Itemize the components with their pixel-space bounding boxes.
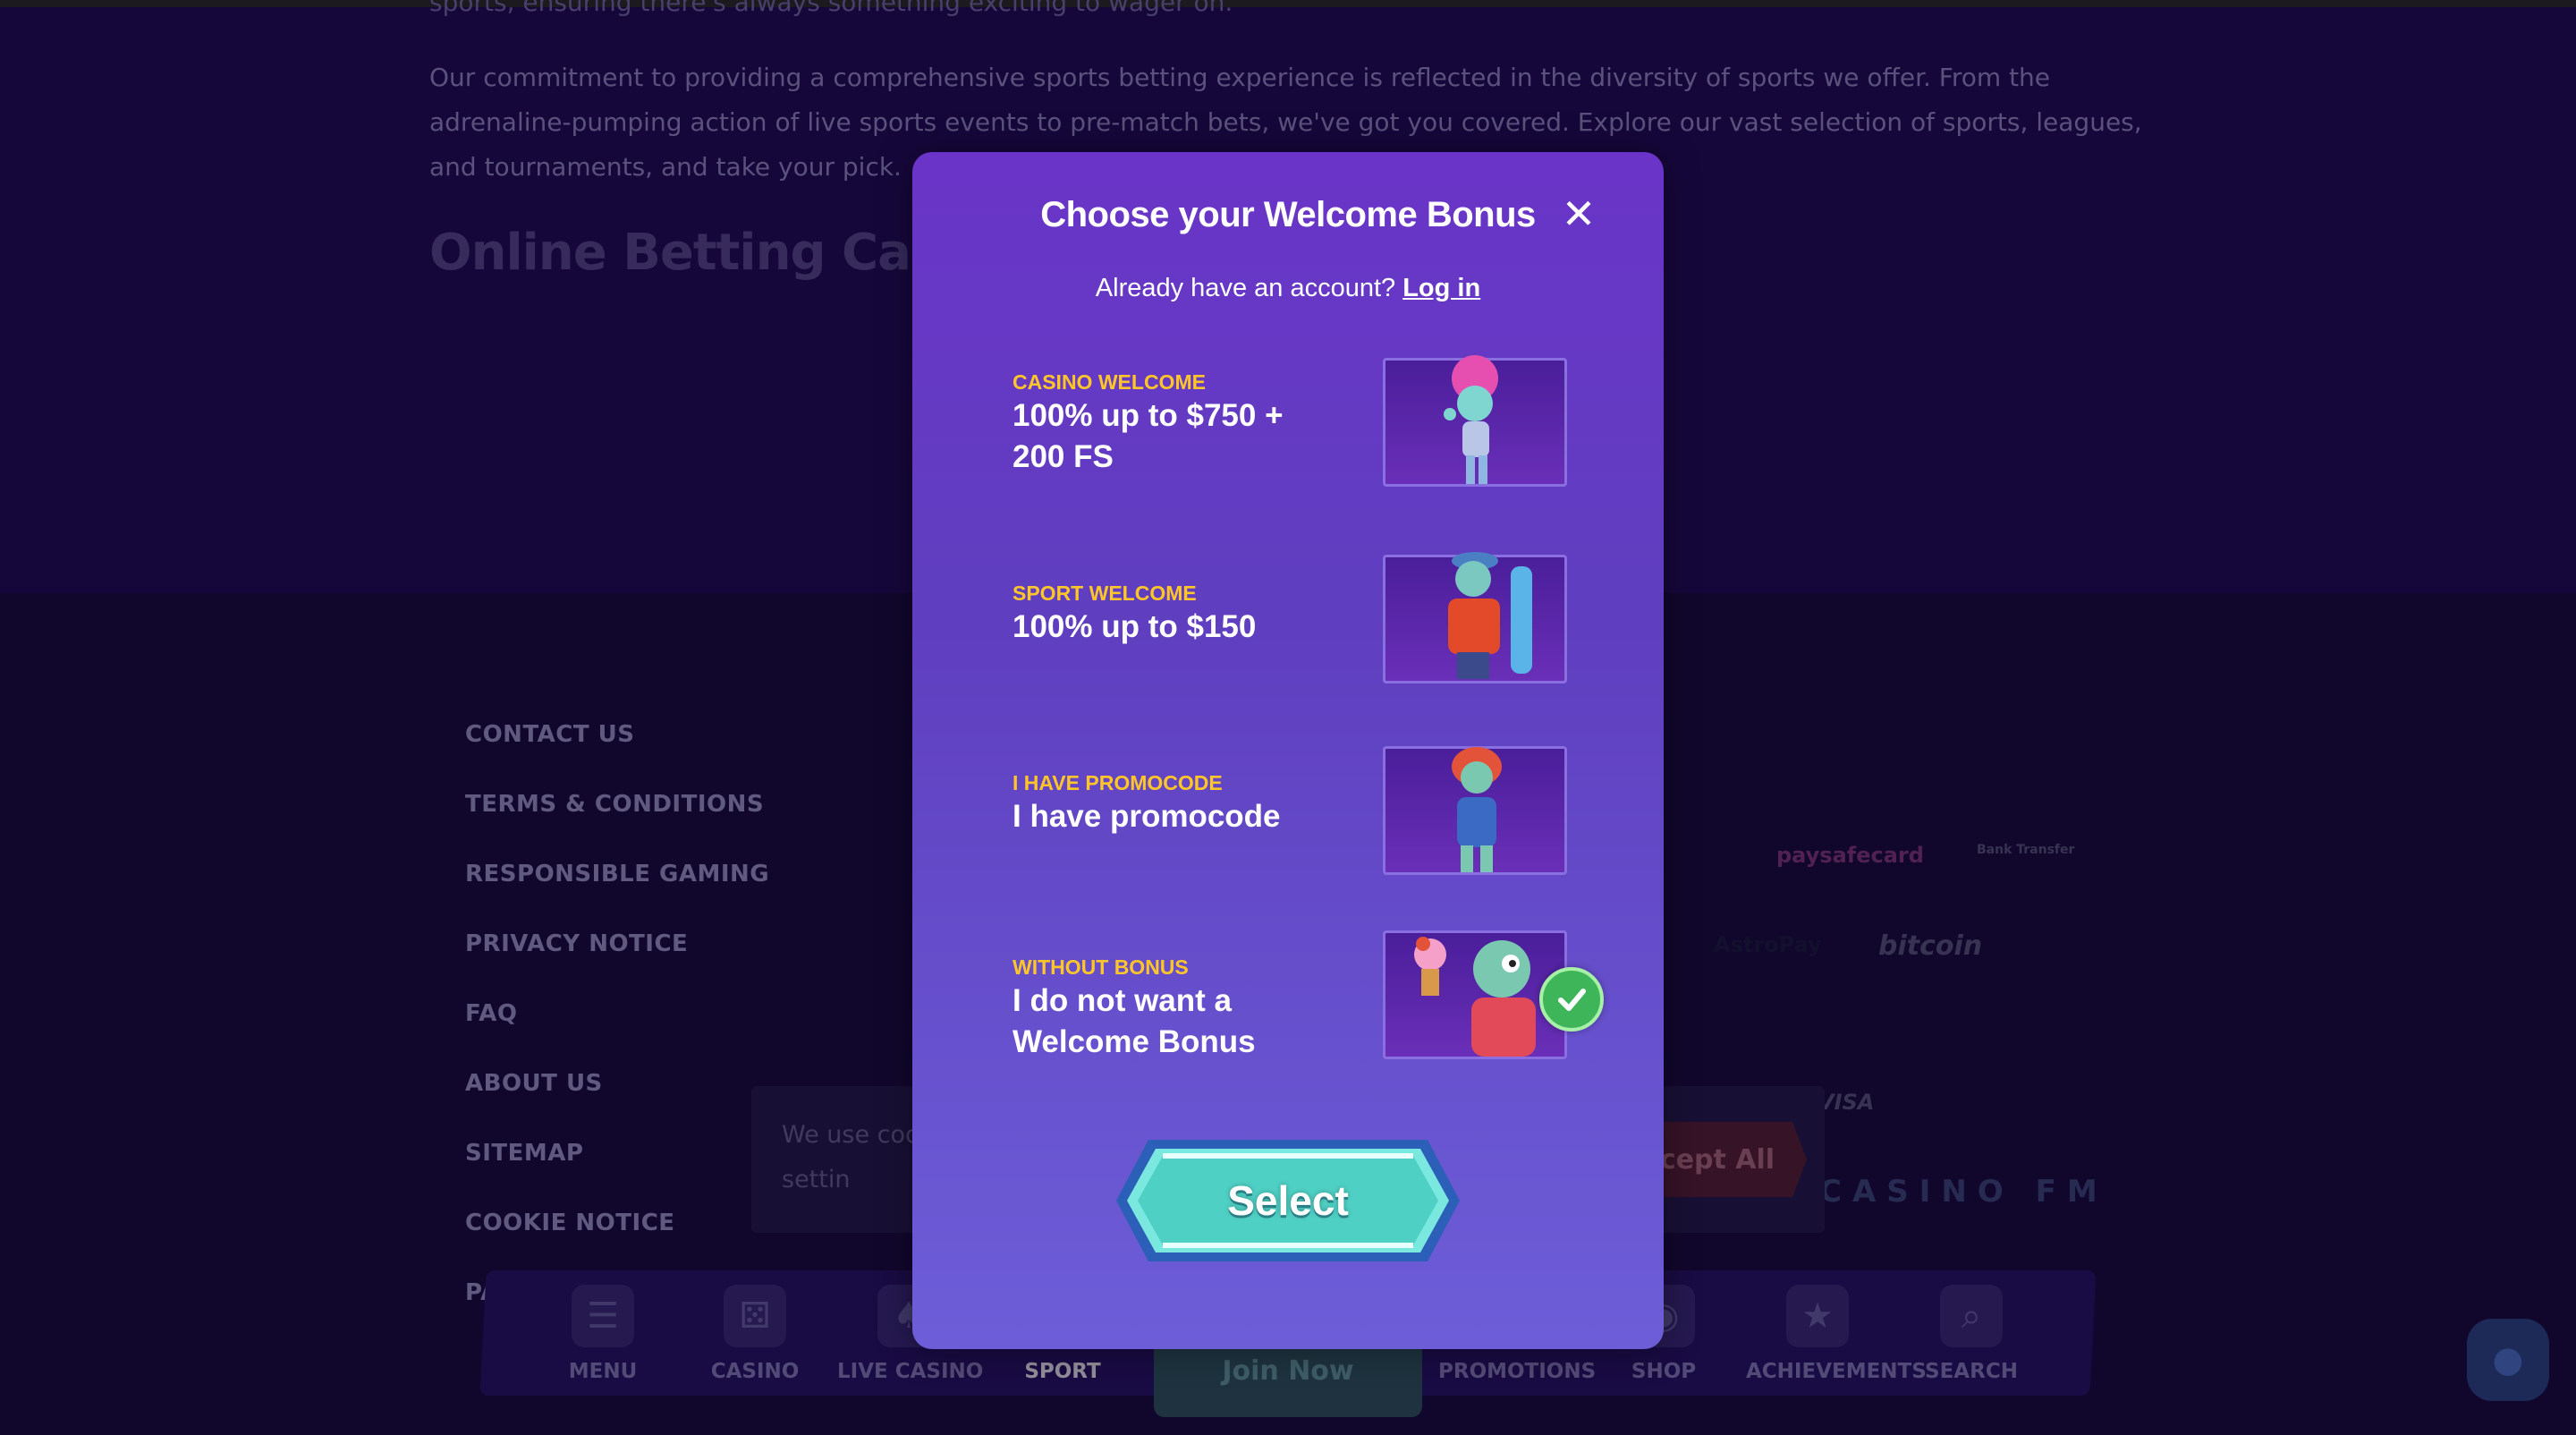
bonus-image-casino xyxy=(1383,355,1567,487)
bonus-option-sport[interactable]: SPORT WELCOME 100% up to $150 xyxy=(1013,552,1567,698)
modal-title: Choose your Welcome Bonus xyxy=(1040,195,1536,234)
selected-check-badge xyxy=(1539,967,1604,1032)
login-link[interactable]: Log in xyxy=(1402,274,1480,302)
select-button-label: Select xyxy=(1227,1177,1349,1224)
close-icon: ✕ xyxy=(1561,190,1597,238)
bonus-description: I do not want a Welcome Bonus xyxy=(1013,983,1256,1059)
close-button[interactable]: ✕ xyxy=(1556,190,1601,238)
select-button[interactable]: Select xyxy=(1113,1136,1463,1265)
bonus-description: 100% up to $150 xyxy=(1013,609,1257,644)
bonus-image-sport xyxy=(1383,552,1567,684)
bonus-description: I have promocode xyxy=(1013,799,1281,834)
zombie-girl-icon xyxy=(1444,355,1498,484)
zombie-skateboarder-icon xyxy=(1448,552,1532,679)
bonus-option-no-bonus[interactable]: WITHOUT BONUS I do not want a Welcome Bo… xyxy=(1013,930,1567,1074)
zombie-redhead-icon xyxy=(1452,747,1502,872)
welcome-bonus-modal: Choose your Welcome Bonus ✕ Already have… xyxy=(912,152,1664,1349)
bonus-image-promocode xyxy=(1383,746,1567,875)
bonus-type-label: CASINO WELCOME xyxy=(1013,370,1206,394)
bonus-type-label: SPORT WELCOME xyxy=(1013,582,1197,605)
bonus-type-label: WITHOUT BONUS xyxy=(1013,955,1189,979)
checkmark-icon xyxy=(1558,989,1586,1011)
bonus-type-label: I HAVE PROMOCODE xyxy=(1013,771,1223,794)
bonus-description: 100% up to $750 + 200 FS xyxy=(1013,398,1284,474)
account-prompt-text: Already have an account? xyxy=(1095,274,1396,302)
account-prompt-row: Already have an account? Log in xyxy=(912,274,1664,303)
bonus-option-promocode[interactable]: I HAVE PROMOCODE I have promocode xyxy=(1013,746,1567,889)
bonus-option-casino[interactable]: CASINO WELCOME 100% up to $750 + 200 FS xyxy=(1013,355,1567,501)
